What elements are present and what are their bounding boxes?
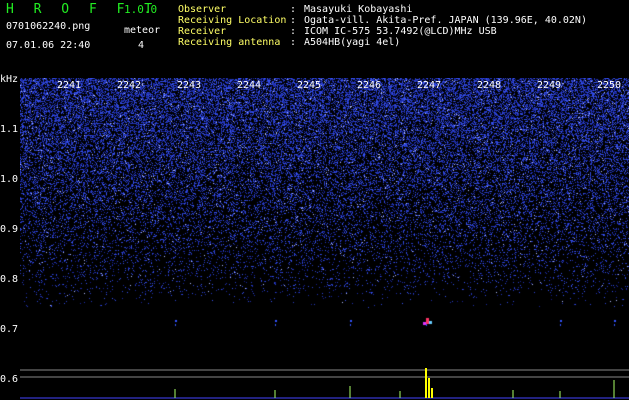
meta-key: Receiving antenna: [178, 37, 281, 48]
x-tick-label: 2250: [597, 80, 622, 91]
x-tick-label: 2247: [417, 80, 442, 91]
y-tick-label: 1.0: [0, 174, 19, 185]
app-version: 1.0.0: [124, 3, 158, 16]
meta-row-location: Receiving Location: Ogata-vill. Akita-Pre…: [178, 15, 587, 26]
meta-value: Ogata-vill. Akita-Pref. JAPAN (139.96E, …: [304, 15, 587, 26]
event-count: 4: [138, 40, 145, 51]
y-tick-label: 0.9: [0, 224, 19, 235]
spectrum-overlay: [20, 368, 629, 399]
y-tick-label: 1.1: [0, 124, 19, 135]
meta-key: Receiver: [178, 26, 227, 37]
x-tick-label: 2249: [537, 80, 562, 91]
x-tick-label: 2245: [297, 80, 322, 91]
x-tick-label: 2242: [117, 80, 142, 91]
x-tick-label: 2248: [477, 80, 502, 91]
meta-key: Observer: [178, 4, 227, 15]
y-tick-label: 0.6: [0, 374, 19, 385]
meta-value: A504HB(yagi 4el): [304, 37, 401, 48]
y-tick-label: 0.8: [0, 274, 19, 285]
file-name: 0701062240.png: [6, 21, 91, 32]
y-unit-label: kHz: [0, 74, 19, 85]
meta-value: ICOM IC-575 53.7492(@LCD)MHz USB: [304, 26, 497, 37]
event-label: meteor: [124, 25, 161, 36]
x-tick-label: 2244: [237, 80, 262, 91]
x-tick-label: 2241: [57, 80, 82, 91]
meta-key: Receiving Location: [178, 15, 287, 26]
x-tick-label: 2246: [357, 80, 382, 91]
metadata-panel: Observer: Masayuki Kobayashi Receiving Lo…: [178, 4, 587, 48]
date-time: 07.01.06 22:40: [6, 40, 91, 51]
meta-row-antenna: Receiving antenna: A504HB(yagi 4el): [178, 37, 401, 48]
meta-value: Masayuki Kobayashi: [304, 4, 413, 15]
meta-row-receiver: Receiver: ICOM IC-575 53.7492(@LCD)MHz US…: [178, 26, 497, 37]
y-tick-label: 0.7: [0, 324, 19, 335]
x-tick-label: 2243: [177, 80, 202, 91]
meta-row-observer: Observer: Masayuki Kobayashi: [178, 4, 413, 15]
